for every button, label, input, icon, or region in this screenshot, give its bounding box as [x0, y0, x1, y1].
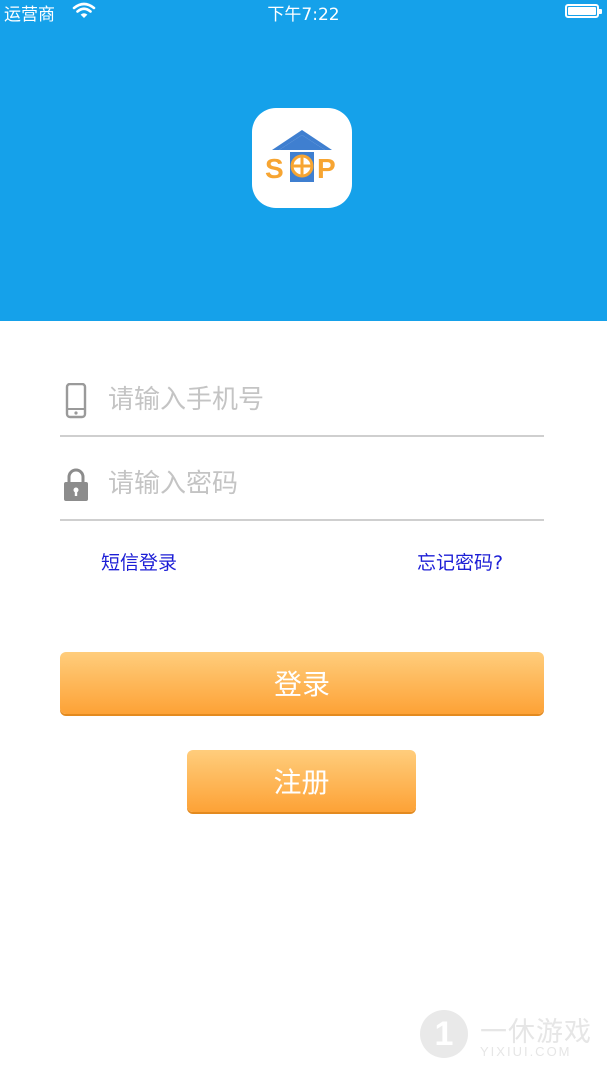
forgot-password-link[interactable]: 忘记密码? — [417, 548, 503, 575]
status-time: 下午7:22 — [267, 5, 340, 25]
battery-icon — [565, 4, 602, 18]
sms-login-link[interactable]: 短信登录 — [101, 548, 177, 575]
status-bar: 运营商 下午7:22 — [0, 0, 607, 25]
app-logo: S P — [252, 108, 352, 208]
svg-text:P: P — [317, 153, 336, 184]
password-input[interactable] — [108, 459, 528, 509]
watermark-domain: YIXIUI.COM — [480, 1044, 572, 1059]
phone-icon — [62, 382, 90, 419]
register-button[interactable]: 注册 — [187, 750, 416, 812]
phone-field-row — [60, 353, 544, 437]
lock-icon — [62, 467, 90, 503]
svg-text:S: S — [265, 153, 284, 184]
watermark-logo: 1 — [420, 1010, 468, 1058]
login-button[interactable]: 登录 — [60, 652, 544, 714]
password-field-row — [60, 437, 544, 521]
header-banner: 运营商 下午7:22 S P — [0, 0, 607, 321]
watermark: 1 一休游戏 YIXIUI.COM — [420, 1008, 600, 1066]
phone-input[interactable] — [108, 375, 528, 425]
